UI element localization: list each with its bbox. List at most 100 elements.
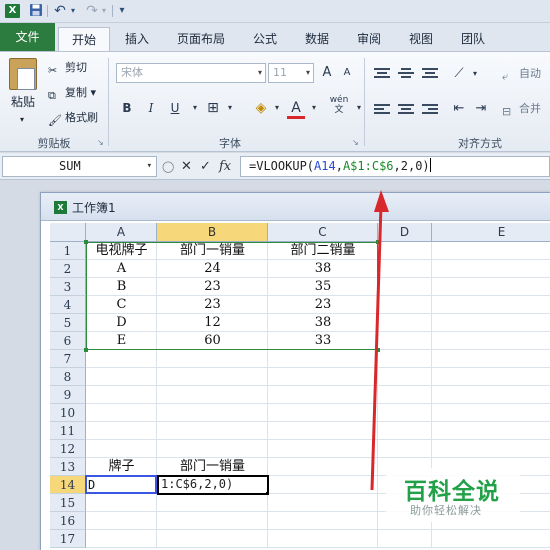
select-all-corner[interactable] [50,223,86,242]
tab-formulas[interactable]: 公式 [244,27,286,51]
phonetic-dropdown-icon[interactable]: ▾ [350,99,368,117]
cell-b17[interactable] [157,530,268,548]
table-cell[interactable]: 电视牌子 [86,242,157,260]
undo-dropdown-icon[interactable]: ▾ [69,3,77,19]
row-header-17[interactable]: 17 [50,530,86,548]
font-launcher-icon[interactable]: ↘ [352,135,359,151]
shrink-font-button[interactable]: A [338,64,356,82]
enter-icon[interactable]: ✓ [200,158,211,175]
name-box[interactable]: SUM ▾ [2,156,157,177]
tab-review[interactable]: 审阅 [348,27,390,51]
table-cell[interactable]: 部门一销量 [157,242,268,260]
cell-b11[interactable] [157,422,268,440]
cell-d6[interactable] [378,332,432,350]
formula-bar-splitter-icon[interactable]: ◯ [162,158,174,175]
cell-e9[interactable] [432,386,550,404]
row-header-8[interactable]: 8 [50,368,86,386]
table-cell[interactable]: 23 [157,278,268,296]
table-cell[interactable]: 35 [268,278,378,296]
font-color-dropdown-icon[interactable]: ▾ [305,99,323,117]
cell-c13[interactable] [268,458,378,476]
table-cell[interactable]: B [86,278,157,296]
cell-a8[interactable] [86,368,157,386]
cell-a11[interactable] [86,422,157,440]
cell-b16[interactable] [157,512,268,530]
increase-indent-icon[interactable]: ⇥ [472,100,490,118]
cell-b9[interactable] [157,386,268,404]
cell-b15[interactable] [157,494,268,512]
align-right-icon[interactable] [422,104,438,116]
merge-center-button[interactable]: ⊟ 合并 [502,101,541,118]
cell-a7[interactable] [86,350,157,368]
cell-d3[interactable] [378,278,432,296]
underline-button[interactable]: U [166,99,184,117]
cell-e17[interactable] [432,530,550,548]
cell-d2[interactable] [378,260,432,278]
lookup-header-brand[interactable]: 牌子 [86,458,157,476]
cell-c17[interactable] [268,530,378,548]
redo-dropdown-icon[interactable]: ▾ [100,3,108,19]
cell-e2[interactable] [432,260,550,278]
cell-c7[interactable] [268,350,378,368]
underline-dropdown-icon[interactable]: ▾ [186,99,204,117]
table-cell[interactable]: 33 [268,332,378,350]
cell-c10[interactable] [268,404,378,422]
cell-e6[interactable] [432,332,550,350]
cut-button[interactable]: ✂ 剪切 [48,60,87,77]
paste-button[interactable]: 粘贴 [11,94,35,110]
tab-data[interactable]: 数据 [296,27,338,51]
cancel-icon[interactable]: ✕ [181,158,192,175]
row-header-12[interactable]: 12 [50,440,86,458]
cell-c12[interactable] [268,440,378,458]
tab-team[interactable]: 团队 [452,27,494,51]
table-cell[interactable]: 23 [268,296,378,314]
lookup-header-sales[interactable]: 部门一销量 [157,458,268,476]
row-header-16[interactable]: 16 [50,512,86,530]
workbook-title-bar[interactable]: X 工作簿1 [41,193,550,221]
table-cell[interactable]: 12 [157,314,268,332]
cell-e5[interactable] [432,314,550,332]
undo-icon[interactable]: ↶ [52,3,68,19]
cell-b10[interactable] [157,404,268,422]
bold-button[interactable]: B [118,99,136,117]
borders-icon[interactable]: ⊞ [204,99,222,117]
column-header-a[interactable]: A [86,223,157,242]
cell-a10[interactable] [86,404,157,422]
cell-e3[interactable] [432,278,550,296]
copy-button[interactable]: ⧉ 复制 ▾ [48,85,96,102]
cell-c9[interactable] [268,386,378,404]
row-header-7[interactable]: 7 [50,350,86,368]
paste-icon[interactable] [9,58,37,90]
row-header-13[interactable]: 13 [50,458,86,476]
lookup-input-cell[interactable]: D [86,476,157,494]
customize-toolbar-icon[interactable]: ▾ [116,3,128,19]
cell-a16[interactable] [86,512,157,530]
grow-font-button[interactable]: A [318,64,336,82]
cell-e12[interactable] [432,440,550,458]
align-bottom-icon[interactable] [422,68,438,80]
phonetic-button[interactable]: wén 文 [326,95,352,115]
cell-a12[interactable] [86,440,157,458]
row-header-11[interactable]: 11 [50,422,86,440]
font-name-combo[interactable]: 宋体 ▾ [116,63,266,83]
table-cell[interactable]: E [86,332,157,350]
table-cell[interactable]: 24 [157,260,268,278]
row-header-5[interactable]: 5 [50,314,86,332]
cell-c8[interactable] [268,368,378,386]
redo-icon[interactable]: ↷ [84,3,100,19]
cell-d8[interactable] [378,368,432,386]
table-cell[interactable]: 23 [157,296,268,314]
cell-d9[interactable] [378,386,432,404]
row-header-3[interactable]: 3 [50,278,86,296]
cell-e8[interactable] [432,368,550,386]
row-header-1[interactable]: 1 [50,242,86,260]
cell-c14[interactable] [268,476,378,494]
row-header-15[interactable]: 15 [50,494,86,512]
cell-d11[interactable] [378,422,432,440]
formula-input[interactable]: =VLOOKUP(A14,A$1:C$6,2,0) [240,156,550,177]
tab-view[interactable]: 视图 [400,27,442,51]
active-cell-b14[interactable]: 1:C$6,2,0) [157,475,269,495]
name-box-dropdown-icon[interactable]: ▾ [147,157,152,176]
cell-b8[interactable] [157,368,268,386]
cell-e10[interactable] [432,404,550,422]
